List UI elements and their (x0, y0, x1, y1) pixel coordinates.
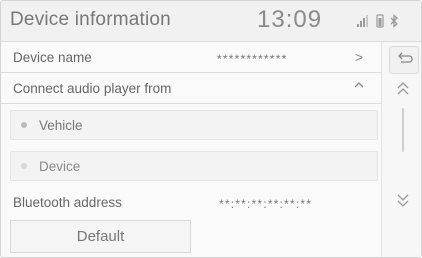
chevron-up-icon (352, 78, 366, 95)
radio-dot-icon (21, 122, 27, 128)
double-chevron-up-icon (397, 82, 409, 95)
back-icon (398, 52, 413, 63)
device-name-value: ************ (217, 52, 288, 66)
settings-list: Device name ************ > Connect audio… (1, 42, 381, 257)
connect-audio-label: Connect audio player from (13, 81, 172, 96)
status-icons-graphic (357, 14, 398, 28)
double-chevron-down-icon (397, 194, 409, 207)
bluetooth-address-value: **:**:**:**:**:** (219, 197, 313, 211)
status-icons (357, 14, 411, 28)
scroll-up-button[interactable] (396, 80, 410, 101)
chevron-right-icon: > (355, 49, 364, 65)
battery-icon (376, 14, 384, 28)
radio-dot-icon (21, 163, 27, 169)
scrollbar-thumb[interactable] (402, 108, 404, 152)
option-vehicle-label: Vehicle (39, 118, 83, 133)
option-device[interactable]: Device (10, 151, 378, 181)
signal-icon (357, 15, 368, 27)
connect-audio-row[interactable]: Connect audio player from (1, 73, 381, 104)
bluetooth-address-row: Bluetooth address **:**:**:**:**:** (1, 187, 381, 218)
option-vehicle[interactable]: Vehicle (10, 110, 378, 140)
bluetooth-address-label: Bluetooth address (13, 195, 122, 210)
device-name-label: Device name (13, 50, 92, 65)
back-button[interactable] (389, 46, 419, 74)
default-button[interactable]: Default (10, 220, 191, 253)
option-device-label: Device (39, 159, 81, 174)
scroll-down-button[interactable] (396, 193, 410, 214)
device-information-screen: Device information 13:09 Device name ***… (0, 0, 422, 258)
clock: 13:09 (257, 6, 323, 33)
side-controls (381, 42, 421, 257)
bluetooth-icon (390, 14, 398, 28)
header-bar: Device information 13:09 (1, 1, 421, 42)
device-name-row[interactable]: Device name ************ > (1, 42, 381, 73)
page-title: Device information (10, 9, 171, 30)
